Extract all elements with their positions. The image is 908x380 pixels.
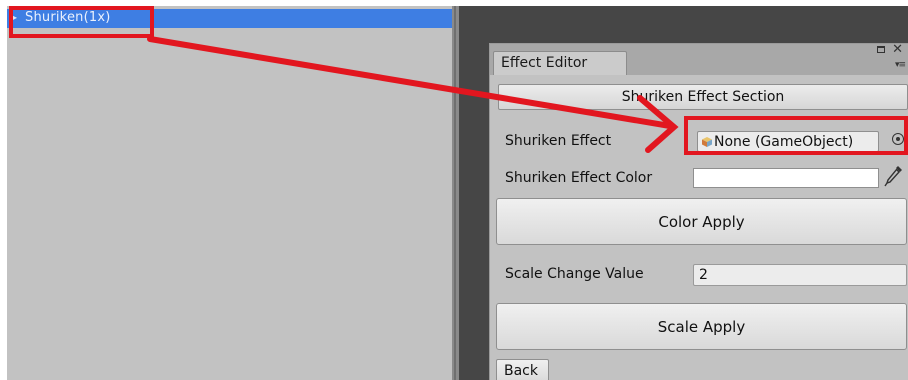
shuriken-effect-color-label: Shuriken Effect Color [505,170,653,186]
color-apply-button[interactable]: Color Apply [496,198,907,245]
shuriken-effect-label: Shuriken Effect [505,133,612,149]
hierarchy-panel: ▸ Shuriken(1x) [7,6,452,380]
effect-editor-window: Effect Editor ✕ ▾≡ Shuriken Effect Secti… [489,43,908,380]
annotation-highlight-object-field [684,116,908,155]
editor-screen: ▸ Shuriken(1x) Effect Editor ✕ ▾≡ Shurik… [7,6,908,380]
shuriken-effect-color-field[interactable] [693,168,879,188]
scale-change-value-label: Scale Change Value [505,266,644,282]
scale-apply-button[interactable]: Scale Apply [496,303,907,350]
close-icon[interactable]: ✕ [892,43,903,56]
scale-change-value: 2 [699,267,708,283]
scale-change-value-input[interactable]: 2 [693,264,907,286]
tab-label: Effect Editor [501,55,588,71]
panel-splitter[interactable] [452,6,459,380]
maximize-icon[interactable] [877,46,885,53]
annotation-highlight-hierarchy-item [9,6,154,38]
scale-apply-label: Scale Apply [657,318,746,336]
eyedropper-icon[interactable] [883,163,905,189]
window-menu-icon[interactable]: ▾≡ [895,61,906,70]
color-apply-label: Color Apply [658,213,745,231]
tab-effect-editor[interactable]: Effect Editor [493,51,627,75]
back-button[interactable]: Back [496,359,549,380]
back-button-label: Back [504,363,538,379]
window-tab-bar: Effect Editor ✕ ▾≡ [490,43,908,75]
shuriken-effect-section-button[interactable]: Shuriken Effect Section [498,84,908,110]
section-button-label: Shuriken Effect Section [621,89,785,105]
